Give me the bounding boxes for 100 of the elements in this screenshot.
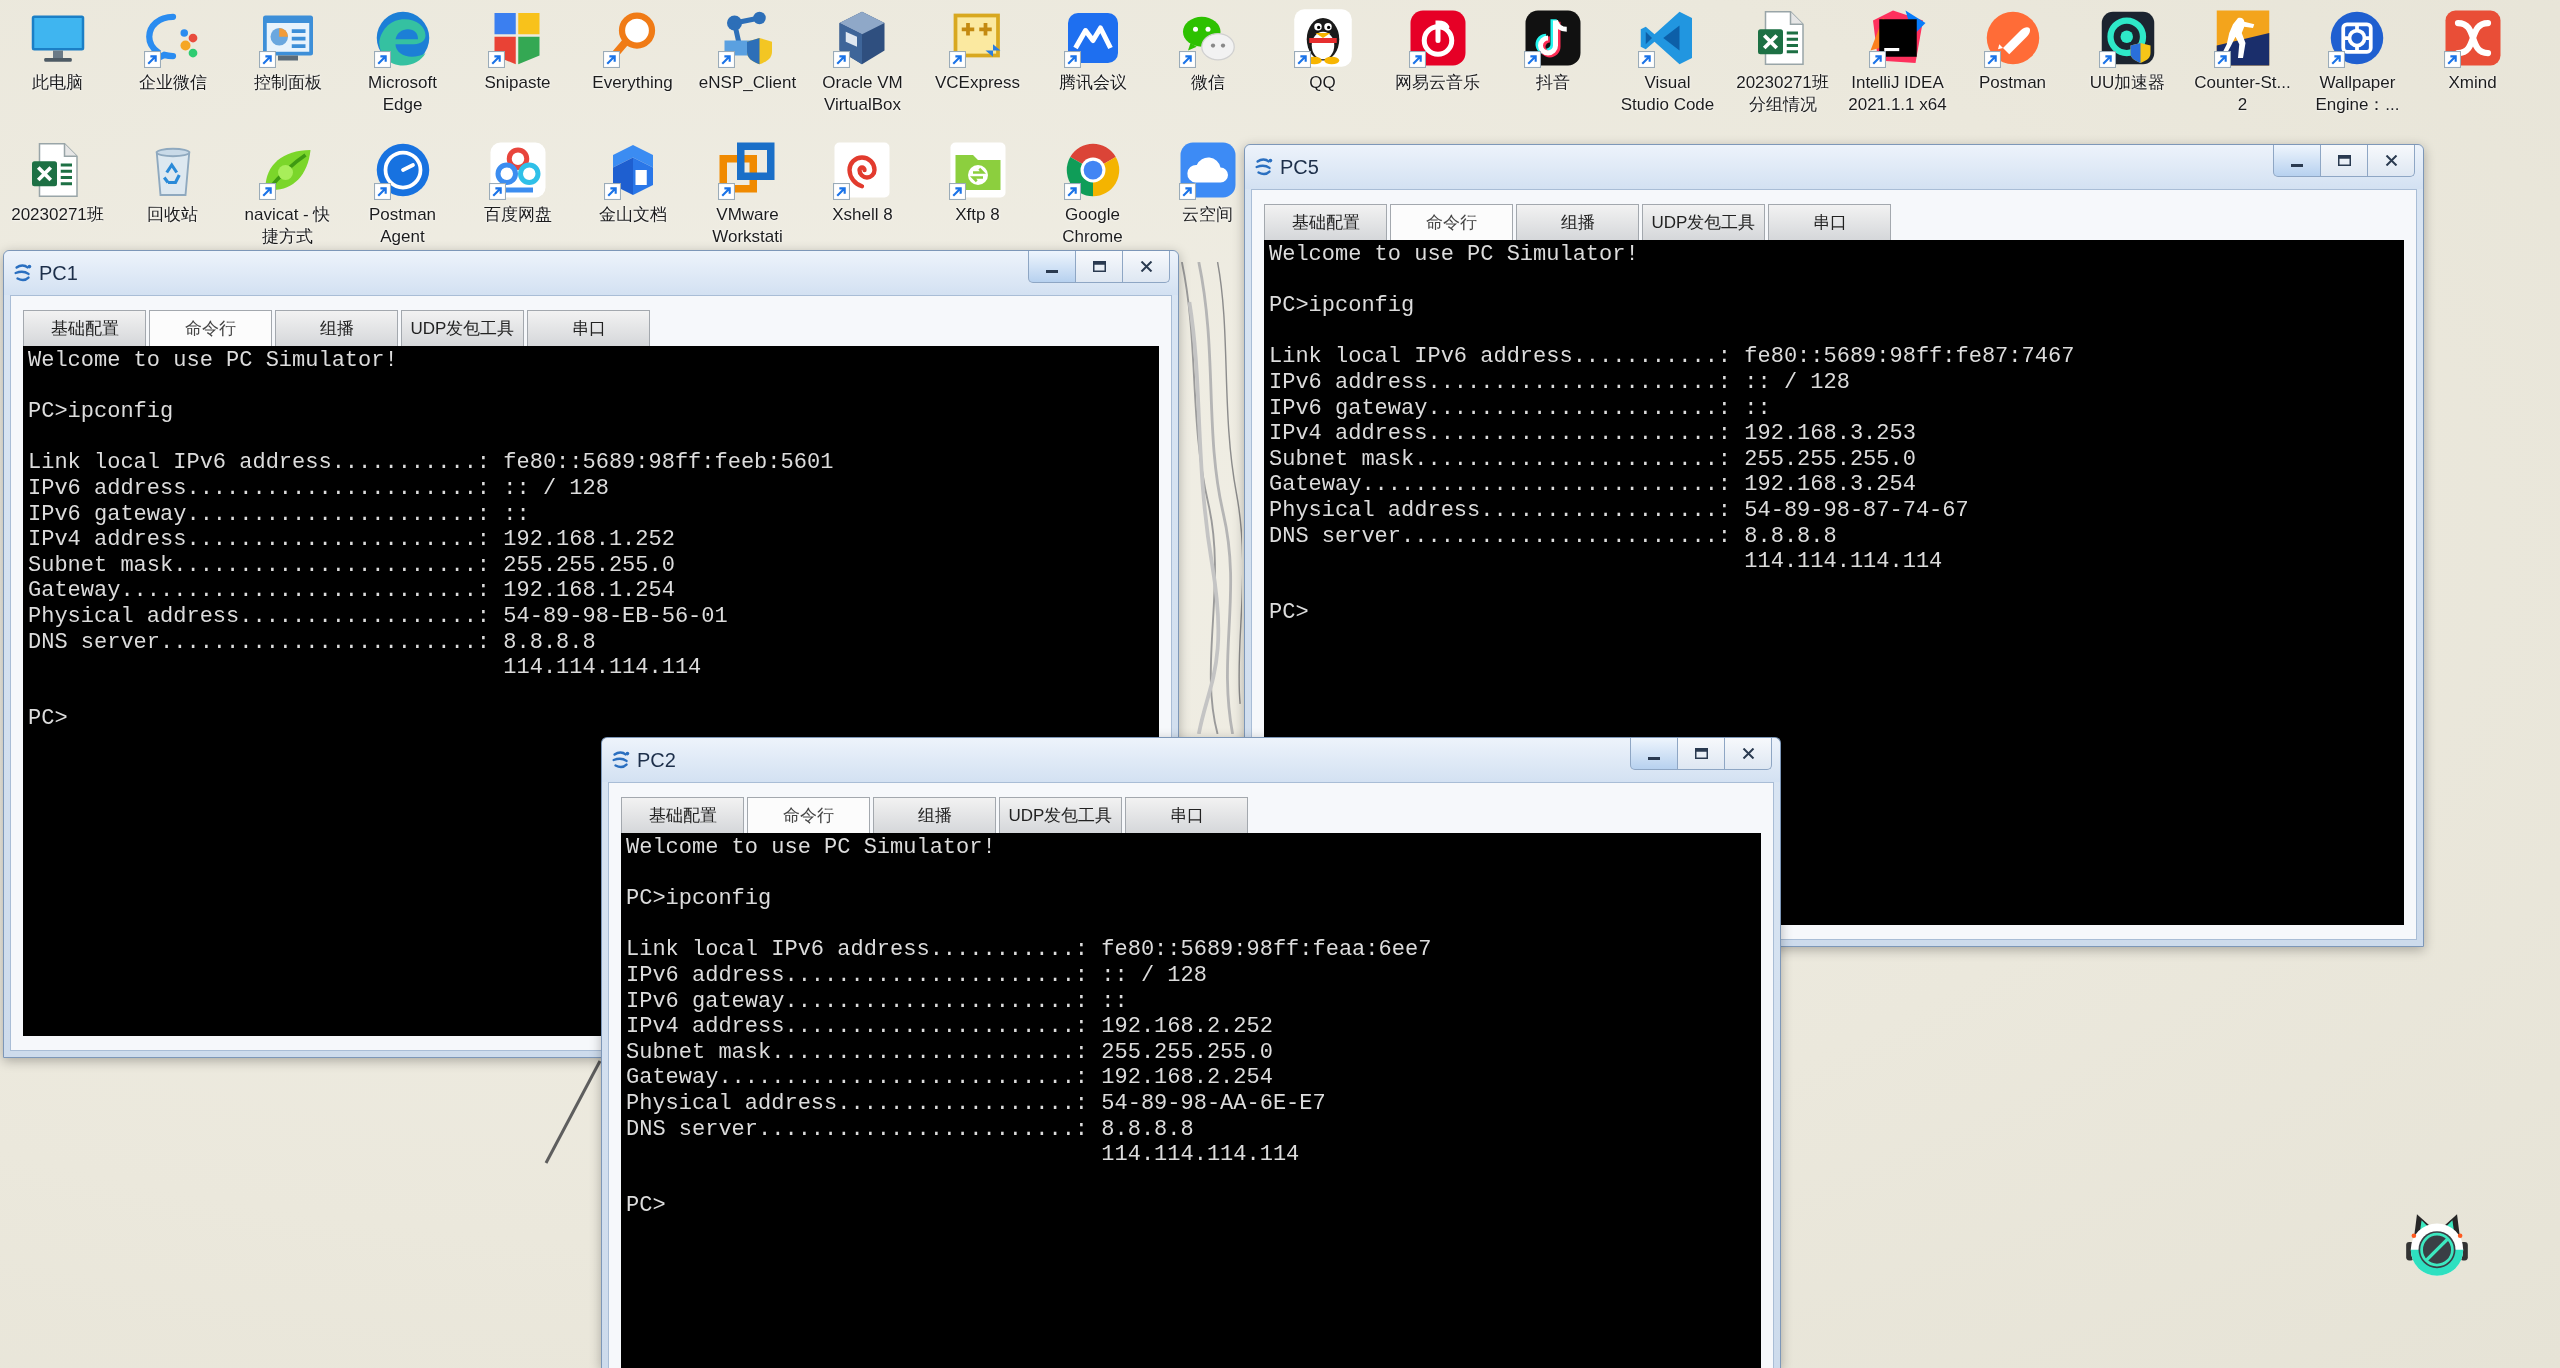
- terminal-line: Gateway...........................: 192.168.3.254: [1269, 472, 1916, 498]
- minimize-button[interactable]: [1028, 251, 1076, 283]
- terminal-line: 114.114.114.114: [503, 655, 702, 681]
- tab[interactable]: 串口: [1768, 204, 1891, 240]
- desktop-shortcut[interactable]: Oracle VM VirtualBox: [822, 0, 903, 116]
- penguin-icon: [1292, 8, 1353, 68]
- terminal-line: IPv4 address......................: 192.168.1.252: [28, 527, 675, 553]
- desktop-shortcut[interactable]: Visual Studio Code: [1620, 0, 1715, 116]
- terminal-line: IPv6 address......................: :: / 128: [28, 475, 609, 501]
- terminal-line: DNS server........................: 8.8.8.8: [1269, 523, 1837, 549]
- terminal-line: Physical address..................: 54-89-98-AA-6E-E7: [626, 1090, 1326, 1116]
- desktop-shortcut[interactable]: 腾讯会议: [1058, 0, 1127, 94]
- close-button[interactable]: [1724, 738, 1772, 770]
- tab[interactable]: 命令行: [747, 797, 870, 833]
- window-title: PC5: [1280, 155, 1319, 179]
- desktop-shortcut[interactable]: 网易云音乐: [1395, 0, 1480, 94]
- terminal-line: IPv4 address......................: 192.168.3.253: [1269, 421, 1916, 447]
- tab[interactable]: UDP发包工具: [1642, 204, 1765, 240]
- terminal-line: Subnet mask.......................: 255.255.255.0: [626, 1039, 1273, 1065]
- terminal-line: Link local IPv6 address...........: fe80::5689:98ff:feaa:6ee7: [626, 937, 1432, 963]
- minimize-button[interactable]: [1630, 738, 1678, 770]
- desktop-shortcut[interactable]: 企业微信: [138, 0, 207, 94]
- desktop-shortcut[interactable]: 20230271班: [11, 132, 104, 226]
- desktop-shortcut[interactable]: 控制面板: [253, 0, 322, 94]
- desktop-shortcut[interactable]: Everything: [592, 0, 673, 94]
- terminal-line: IPv6 gateway......................: ::: [1269, 395, 1771, 421]
- close-icon: [1741, 748, 1755, 759]
- terminal-line: Welcome to use PC Simulator!: [1269, 242, 1639, 267]
- terminal-line: Subnet mask.......................: 255.255.255.0: [28, 552, 675, 578]
- maximize-button[interactable]: [1075, 251, 1123, 283]
- desktop-shortcut[interactable]: Postman: [1978, 0, 2047, 94]
- desktop-shortcut[interactable]: 百度网盘: [483, 132, 552, 226]
- desktop-shortcut[interactable]: VMware Workstati: [712, 132, 783, 248]
- desktop-shortcut[interactable]: 微信: [1177, 0, 1238, 94]
- desktop-shortcut[interactable]: Postman Agent: [368, 132, 437, 248]
- minimize-icon: [1046, 269, 1058, 273]
- desktop-shortcut[interactable]: Snipaste: [484, 0, 551, 94]
- desktop-shortcut[interactable]: 20230271班分组情况: [1732, 0, 1833, 116]
- maximize-icon: [1092, 261, 1106, 272]
- terminal-line: Link local IPv6 address...........: fe80::5689:98ff:feeb:5601: [28, 450, 834, 476]
- tab[interactable]: UDP发包工具: [401, 310, 524, 346]
- desktop-shortcut[interactable]: Google Chrome: [1062, 132, 1123, 248]
- desktop-shortcut[interactable]: Xshell 8: [832, 132, 893, 226]
- terminal-line: DNS server........................: 8.8.8.8: [28, 629, 596, 655]
- desktop-shortcut[interactable]: IntelliJ IDEA 2021.1.1 x64: [1848, 0, 1947, 116]
- tab[interactable]: 串口: [527, 310, 650, 346]
- terminal-line: PC>: [28, 706, 68, 732]
- tab[interactable]: 组播: [275, 310, 398, 346]
- tab[interactable]: 基础配置: [23, 310, 146, 346]
- terminal-line: Gateway...........................: 192.168.1.254: [28, 578, 675, 604]
- desktop-shortcut[interactable]: 抖音: [1522, 0, 1583, 94]
- close-icon: [2384, 155, 2398, 166]
- close-button[interactable]: [2367, 145, 2415, 177]
- app-logo-icon: [12, 262, 34, 284]
- desktop-shortcut[interactable]: navicat - 快捷方式: [237, 132, 338, 248]
- terminal-line: 114.114.114.114: [1101, 1142, 1300, 1168]
- window-title: PC2: [637, 748, 676, 772]
- desktop-shortcut[interactable]: Microsoft Edge: [368, 0, 437, 116]
- maximize-icon: [1694, 748, 1708, 759]
- folder-icon: [947, 140, 1008, 200]
- tab[interactable]: 命令行: [1390, 204, 1513, 240]
- terminal-line: PC>: [1269, 600, 1309, 626]
- desktop-shortcut[interactable]: eNSP_Client: [698, 0, 797, 94]
- close-icon: [1139, 261, 1153, 272]
- desktop-shortcut[interactable]: 此电脑: [27, 0, 88, 94]
- desktop-shortcut[interactable]: 云空间: [1177, 132, 1238, 226]
- desktop-shortcut[interactable]: QQ: [1292, 0, 1353, 94]
- tab[interactable]: 组播: [873, 797, 996, 833]
- terminal-line: PC>ipconfig: [28, 399, 174, 425]
- tab[interactable]: 命令行: [149, 310, 272, 346]
- tab[interactable]: 组播: [1516, 204, 1639, 240]
- maximize-icon: [2337, 155, 2351, 166]
- terminal-line: DNS server........................: 8.8.8.8: [626, 1116, 1194, 1142]
- terminal-line: IPv6 address......................: :: / 128: [626, 962, 1207, 988]
- terminal-line: IPv6 gateway......................: ::: [626, 988, 1128, 1014]
- tab[interactable]: 串口: [1125, 797, 1248, 833]
- minimize-button[interactable]: [2273, 145, 2321, 177]
- desktop-shortcut[interactable]: UU加速器: [2089, 0, 2166, 94]
- tab[interactable]: 基础配置: [1264, 204, 1387, 240]
- desktop-shortcut[interactable]: Counter-St... 2: [2194, 0, 2291, 116]
- terminal-line: IPv6 gateway......................: ::: [28, 501, 530, 527]
- terminal-line: Physical address..................: 54-89-98-87-74-67: [1269, 497, 1969, 523]
- maximize-button[interactable]: [1677, 738, 1725, 770]
- terminal-line: Welcome to use PC Simulator!: [626, 835, 996, 860]
- desktop-shortcut[interactable]: Wallpaper Engine：...: [2315, 0, 2400, 116]
- tab[interactable]: UDP发包工具: [999, 797, 1122, 833]
- tab[interactable]: 基础配置: [621, 797, 744, 833]
- desktop-shortcut[interactable]: Xftp 8: [947, 132, 1008, 226]
- desktop-shortcut[interactable]: 金山文档: [598, 132, 667, 226]
- terminal-line: Welcome to use PC Simulator!: [28, 348, 398, 373]
- close-button[interactable]: [1122, 251, 1170, 283]
- app-logo-icon: [610, 749, 632, 771]
- terminal-line: PC>: [626, 1193, 666, 1219]
- terminal-line: Gateway...........................: 192.168.2.254: [626, 1065, 1273, 1091]
- desktop-shortcut[interactable]: Xmind: [2442, 0, 2503, 94]
- app-logo-icon: [1253, 156, 1275, 178]
- desktop-shortcut[interactable]: 回收站: [142, 132, 203, 226]
- maximize-button[interactable]: [2320, 145, 2368, 177]
- desktop-shortcut[interactable]: VCExpress: [935, 0, 1020, 94]
- minimize-icon: [2291, 163, 2303, 167]
